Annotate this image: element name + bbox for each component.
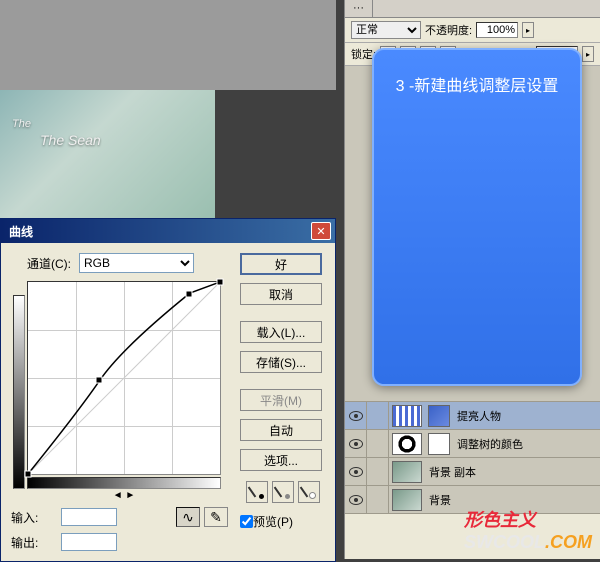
layer-row-bg-copy[interactable]: 背景 副本 — [345, 458, 600, 486]
layer-thumbnail[interactable] — [392, 461, 422, 483]
canvas-background — [0, 0, 336, 90]
watermark: 形色主义 SWCOOL.COM — [464, 506, 592, 553]
dialog-titlebar[interactable]: 曲线 — [1, 219, 335, 243]
tooltip-text: 3 -新建曲线调整层设置 — [396, 72, 559, 384]
visibility-icon[interactable] — [349, 495, 363, 505]
input-row: 输入: ∿ ✎ — [11, 507, 228, 527]
blend-mode-row: 正常 不透明度: 100% ▸ — [345, 18, 600, 43]
preview-checkbox[interactable] — [240, 515, 253, 528]
black-point-eyedropper-icon[interactable] — [246, 481, 268, 503]
watermark-line2b: .COM — [545, 532, 592, 552]
layer-mask-thumbnail[interactable] — [428, 433, 450, 455]
output-gradient — [13, 295, 25, 489]
input-label: 输入: — [11, 509, 57, 526]
layer-name: 调整树的颜色 — [457, 436, 523, 452]
layer-adjustment-icon[interactable] — [428, 405, 450, 427]
channel-row: 通道(C): RGB — [11, 253, 228, 273]
layer-row-brighten[interactable]: 提亮人物 — [345, 402, 600, 430]
smooth-button: 平滑(M) — [240, 389, 322, 411]
channel-select[interactable]: RGB — [79, 253, 194, 273]
visibility-icon[interactable] — [349, 411, 363, 421]
layer-thumbnail[interactable] — [392, 489, 422, 511]
input-value[interactable] — [61, 508, 117, 526]
output-value[interactable] — [61, 533, 117, 551]
eyedropper-group — [240, 481, 325, 503]
visibility-icon[interactable] — [349, 467, 363, 477]
curves-dialog: 曲线 通道(C): RGB — [0, 218, 336, 562]
ok-button[interactable]: 好 — [240, 253, 322, 275]
blend-mode-select[interactable]: 正常 — [351, 21, 421, 39]
gray-point-eyedropper-icon[interactable] — [272, 481, 294, 503]
gradient-arrows[interactable]: ◄ ► — [27, 490, 221, 501]
preview-line1: The — [12, 118, 101, 130]
curve-grid[interactable] — [27, 281, 221, 475]
options-button[interactable]: 选项... — [240, 449, 322, 471]
preview-checkbox-label: 预览(P) — [253, 513, 293, 530]
curve-point-2[interactable] — [186, 290, 193, 297]
layer-row-tree-color[interactable]: 调整树的颜色 — [345, 430, 600, 458]
tab-layers[interactable]: ··· — [345, 0, 373, 17]
link-col[interactable] — [367, 458, 389, 485]
layer-name: 背景 — [429, 492, 451, 508]
visibility-icon[interactable] — [349, 439, 363, 449]
link-col[interactable] — [367, 486, 389, 513]
fill-flyout-icon[interactable]: ▸ — [582, 46, 594, 62]
input-gradient — [27, 477, 221, 489]
curve-pencil-mode-icon[interactable]: ✎ — [204, 507, 228, 527]
channel-label: 通道(C): — [11, 255, 71, 272]
output-row: 输出: — [11, 533, 228, 551]
white-point-eyedropper-icon[interactable] — [298, 481, 320, 503]
close-button[interactable] — [311, 222, 331, 240]
load-button[interactable]: 载入(L)... — [240, 321, 322, 343]
curve-point-0[interactable] — [25, 471, 32, 478]
curve-line — [28, 282, 220, 474]
dialog-title: 曲线 — [5, 223, 33, 240]
layer-thumbnail[interactable] — [392, 405, 422, 427]
link-col[interactable] — [367, 430, 389, 457]
opacity-flyout-icon[interactable]: ▸ — [522, 22, 534, 38]
link-col[interactable] — [367, 402, 389, 429]
curve-point-1[interactable] — [96, 376, 103, 383]
layer-name: 背景 副本 — [429, 464, 476, 480]
tutorial-tooltip: 3 -新建曲线调整层设置 — [372, 48, 582, 386]
opacity-label: 不透明度: — [425, 22, 472, 38]
curve-point-mode-icon[interactable]: ∿ — [176, 507, 200, 527]
curves-left-panel: 通道(C): RGB — [11, 253, 228, 551]
dialog-body: 通道(C): RGB — [1, 243, 335, 561]
curve-point-3[interactable] — [217, 279, 224, 286]
auto-button[interactable]: 自动 — [240, 419, 322, 441]
cancel-button[interactable]: 取消 — [240, 283, 322, 305]
preview-overlay-text: The The Sean — [12, 118, 101, 148]
opacity-value[interactable]: 100% — [476, 22, 518, 38]
watermark-line2a: SWCOOL — [464, 532, 545, 552]
output-label: 输出: — [11, 534, 57, 551]
image-preview: The The Sean — [0, 90, 215, 218]
preview-line2: The Sean — [40, 132, 101, 148]
preview-checkbox-row[interactable]: 预览(P) — [240, 513, 325, 530]
panel-tabs: ··· — [345, 0, 600, 18]
curves-right-panel: 好 取消 载入(L)... 存储(S)... 平滑(M) 自动 选项... 预览… — [240, 253, 325, 551]
layer-name: 提亮人物 — [457, 408, 501, 424]
save-button[interactable]: 存储(S)... — [240, 351, 322, 373]
watermark-line1: 形色主义 — [464, 506, 592, 532]
layer-thumbnail[interactable] — [392, 433, 422, 455]
